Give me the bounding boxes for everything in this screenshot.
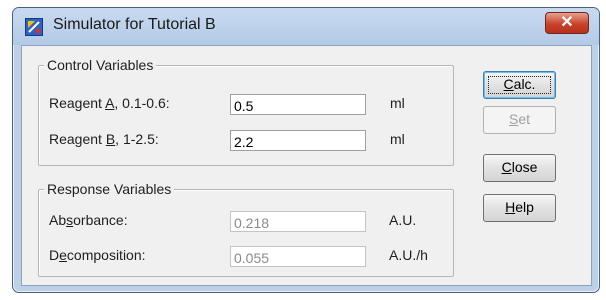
reagent-a-input[interactable]: 0.5: [230, 94, 366, 115]
absorbance-unit: A.U.: [389, 212, 417, 228]
focus-rectangle: [488, 76, 551, 94]
absorbance-label: Absorbance:: [49, 212, 128, 228]
simulator-app-icon: [25, 18, 43, 36]
help-button[interactable]: Help: [483, 194, 556, 222]
title-bar[interactable]: Simulator for Tutorial B ✕: [13, 8, 599, 45]
control-variables-group: Control Variables Reagent A, 0.1-0.6: 0.…: [38, 57, 454, 166]
calc-button[interactable]: Calc.: [483, 71, 556, 99]
reagent-b-input[interactable]: 2.2: [230, 130, 366, 151]
reagent-b-label: Reagent B, 1-2.5:: [49, 131, 159, 147]
dialog-client-area: Control Variables Reagent A, 0.1-0.6: 0.…: [21, 45, 592, 286]
reagent-b-unit: ml: [390, 131, 405, 147]
decomposition-output: 0.055: [230, 246, 366, 267]
decomposition-unit: A.U./h: [389, 247, 428, 263]
reagent-a-label: Reagent A, 0.1-0.6:: [49, 95, 170, 111]
close-icon: ✕: [560, 14, 574, 31]
response-variables-group: Response Variables Absorbance: 0.218 A.U…: [38, 181, 454, 277]
response-variables-legend: Response Variables: [44, 181, 175, 197]
reagent-a-unit: ml: [390, 95, 405, 111]
absorbance-output: 0.218: [230, 211, 366, 232]
close-button[interactable]: Close: [483, 154, 556, 182]
set-button[interactable]: Set: [483, 106, 556, 134]
control-variables-legend: Control Variables: [44, 57, 157, 73]
decomposition-label: Decomposition:: [49, 247, 146, 263]
close-window-button[interactable]: ✕: [545, 12, 589, 34]
simulator-window: Simulator for Tutorial B ✕ Control Varia…: [12, 7, 600, 293]
window-title: Simulator for Tutorial B: [53, 16, 216, 33]
